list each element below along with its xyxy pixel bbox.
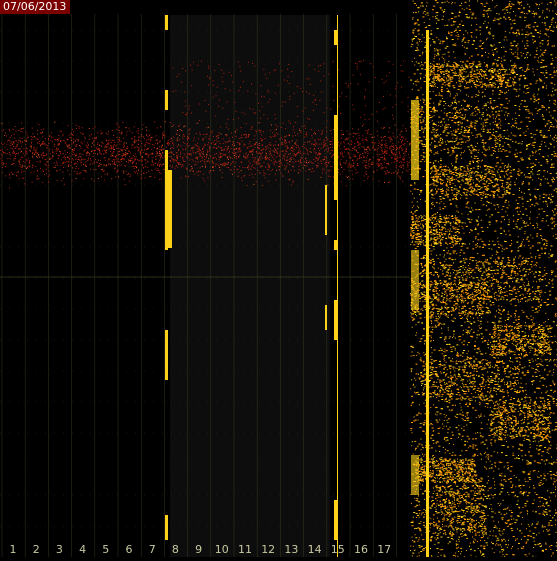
signal-trace [411, 100, 419, 180]
channel-label: 7 [149, 543, 156, 556]
channel-label: 6 [126, 543, 133, 556]
center-panel [170, 15, 330, 557]
signal-trace [165, 15, 168, 30]
signal-trace [334, 300, 337, 340]
channel-label: 10 [215, 543, 229, 556]
signal-trace [411, 250, 419, 310]
signal-trace [325, 305, 327, 330]
channel-label: 12 [261, 543, 275, 556]
channel-label: 17 [377, 543, 391, 556]
signal-trace [165, 515, 168, 540]
signal-trace [411, 455, 419, 495]
channel-label: 11 [238, 543, 252, 556]
signal-trace [334, 115, 337, 200]
signal-trace [426, 30, 429, 557]
sonar-display[interactable]: 07/06/2013 1234567891011121314151617 [0, 0, 557, 557]
channel-label: 15 [331, 543, 345, 556]
channel-label: 4 [79, 543, 86, 556]
signal-trace [168, 170, 172, 248]
signal-trace [165, 330, 168, 380]
channel-label: 1 [10, 543, 17, 556]
channel-label: 3 [56, 543, 63, 556]
channel-label: 13 [284, 543, 298, 556]
channel-label: 8 [172, 543, 179, 556]
channel-label: 14 [308, 543, 322, 556]
signal-trace [334, 30, 337, 45]
signal-trace [325, 185, 327, 235]
signal-trace [165, 90, 168, 110]
signal-trace [334, 240, 337, 250]
channel-label: 9 [195, 543, 202, 556]
channel-label: 16 [354, 543, 368, 556]
signal-trace [337, 15, 338, 557]
date-label: 07/06/2013 [0, 0, 70, 14]
signal-trace [165, 150, 168, 250]
channel-label: 5 [102, 543, 109, 556]
signal-trace [334, 500, 337, 540]
channel-label: 2 [33, 543, 40, 556]
echogram-plot [0, 0, 557, 557]
